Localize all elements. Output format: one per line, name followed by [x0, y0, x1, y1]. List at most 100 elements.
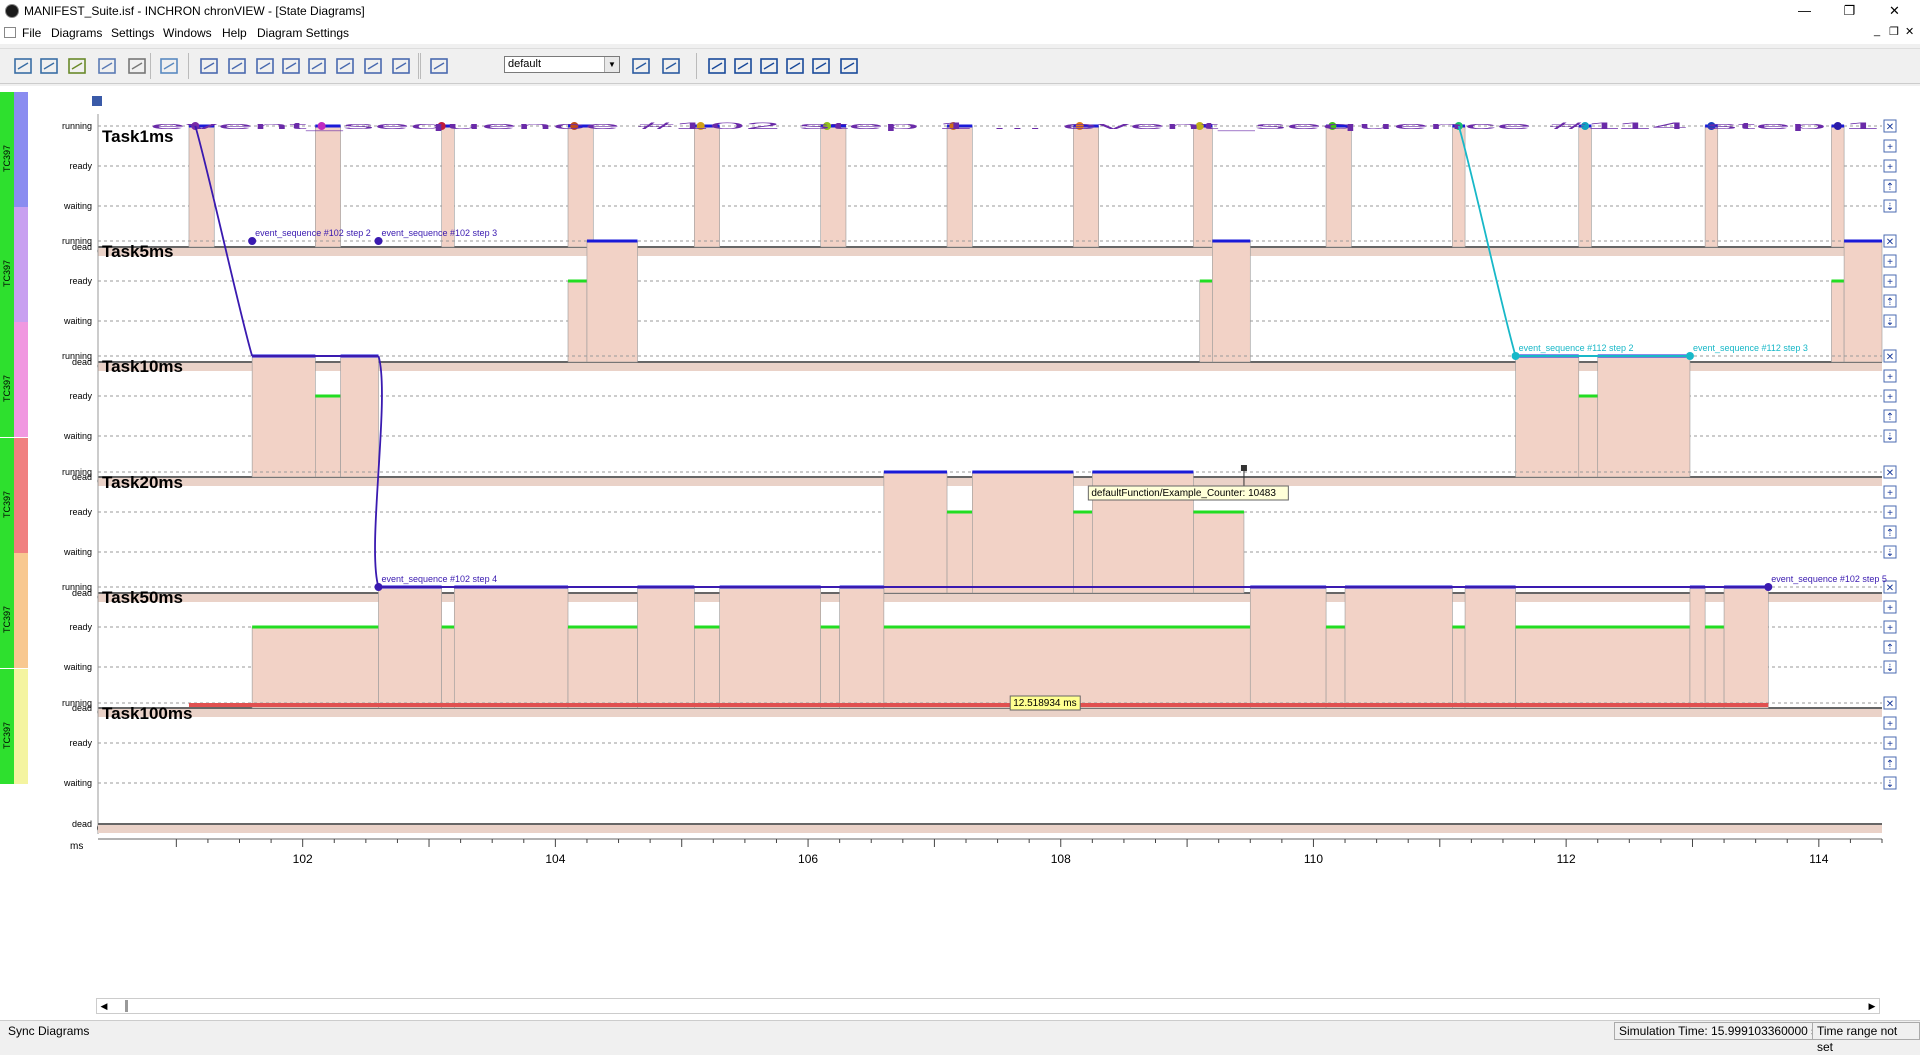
state-diagram-icon[interactable]	[198, 55, 220, 77]
event-label: event_sequence #102 step 4	[381, 574, 497, 584]
export-icon[interactable]	[66, 55, 88, 77]
state-segment	[1831, 125, 1845, 248]
lane-button-icon: ✕	[1886, 237, 1894, 248]
zoom-fit-icon[interactable]	[784, 55, 806, 77]
globe-icon[interactable]	[158, 55, 180, 77]
open-icon[interactable]	[12, 55, 34, 77]
state-segment	[1704, 626, 1725, 709]
settings-b-icon[interactable]	[660, 55, 682, 77]
split-icon[interactable]	[334, 55, 356, 77]
menu-diagrams[interactable]: Diagrams	[51, 26, 102, 40]
lane-button-icon: ✕	[1886, 699, 1894, 710]
lane-button-icon: ⇡	[1886, 182, 1894, 193]
stack-icon[interactable]	[254, 55, 276, 77]
horizontal-scrollbar[interactable]: ◀ ▶	[96, 998, 1880, 1014]
duration-bar	[188, 703, 1769, 707]
toolbar-separator	[696, 53, 697, 79]
state-segment	[1515, 626, 1691, 709]
diagram-options-icon[interactable]	[92, 96, 102, 106]
dead-band	[98, 594, 1882, 602]
task-name-task5ms: Task5ms	[102, 242, 174, 261]
state-label-ready: ready	[69, 276, 92, 286]
event-marker[interactable]	[374, 237, 383, 245]
state-label-running: running	[62, 698, 92, 708]
print-icon[interactable]	[126, 55, 148, 77]
bar-icon[interactable]	[280, 55, 302, 77]
chart-icon[interactable]	[428, 55, 450, 77]
preset-select[interactable]: default ▼	[504, 56, 620, 73]
core-label: TC397	[2, 260, 12, 287]
mdi-close-button[interactable]: ✕	[1905, 25, 1914, 38]
state-segment	[1689, 586, 1706, 709]
event-label: event_sequence #102 step 3	[381, 228, 497, 238]
settings-a-icon[interactable]	[630, 55, 652, 77]
line-icon[interactable]	[306, 55, 328, 77]
menu-file[interactable]: File	[22, 26, 41, 40]
state-label-waiting: waiting	[63, 778, 92, 788]
axis-tick-label: 114	[1809, 852, 1828, 866]
state-segment	[1723, 586, 1769, 709]
save-icon[interactable]	[38, 55, 60, 77]
lane-button-icon: +	[1887, 142, 1893, 153]
scroll-left-icon[interactable]: ◀	[97, 999, 111, 1013]
lane-button-icon: +	[1887, 719, 1893, 730]
menu-settings[interactable]: Settings	[111, 26, 154, 40]
state-segment	[1073, 125, 1099, 248]
state-segment	[1212, 240, 1251, 363]
document-icon[interactable]	[4, 27, 16, 38]
toolbar-separator	[420, 53, 421, 79]
marker-icon[interactable]	[362, 55, 384, 77]
state-segment	[694, 125, 720, 248]
state-label-running: running	[62, 351, 92, 361]
scroll-right-icon[interactable]: ▶	[1865, 999, 1879, 1013]
dead-band	[98, 825, 1882, 833]
mdi-minimize-button[interactable]: _	[1874, 25, 1880, 37]
lane-button-icon: ⇣	[1886, 779, 1894, 790]
zoom-out-icon[interactable]	[758, 55, 780, 77]
mdi-restore-button[interactable]: ❐	[1889, 25, 1899, 38]
chevron-down-icon[interactable]: ▼	[604, 57, 619, 72]
histogram-icon[interactable]	[390, 55, 412, 77]
state-label-running: running	[62, 582, 92, 592]
state-segment	[1199, 280, 1213, 363]
gantt-icon[interactable]	[226, 55, 248, 77]
menu-help[interactable]: Help	[222, 26, 247, 40]
state-segment	[972, 471, 1074, 594]
import-icon[interactable]	[96, 55, 118, 77]
lane-button-icon: +	[1887, 392, 1893, 403]
toolbar-separator	[188, 53, 189, 79]
lane-button-icon: +	[1887, 162, 1893, 173]
event-marker[interactable]	[248, 237, 257, 245]
zoom-reset-icon[interactable]	[732, 55, 754, 77]
core-label: TC397	[2, 491, 12, 518]
state-diagrams[interactable]: TC397runningreadywaitingdead0Task1ms✕++⇡…	[0, 86, 1920, 1020]
state-segment	[637, 586, 695, 709]
scroll-thumb[interactable]	[125, 1000, 128, 1012]
state-label-running: running	[62, 236, 92, 246]
state-segment	[340, 355, 379, 478]
toolbar	[0, 48, 1920, 84]
state-label-ready: ready	[69, 622, 92, 632]
lane-button-icon: +	[1887, 603, 1893, 614]
state-segment	[1464, 586, 1516, 709]
minimize-button[interactable]: —	[1782, 0, 1827, 22]
rows-icon[interactable]	[838, 55, 860, 77]
tooltip-pin-head[interactable]	[1240, 465, 1247, 471]
diagram-area: TC397runningreadywaitingdead0Task1ms✕++⇡…	[0, 86, 1920, 1020]
maximize-button[interactable]: ❐	[1827, 0, 1872, 22]
lane-button-icon: +	[1887, 372, 1893, 383]
close-button[interactable]: ✕	[1872, 0, 1917, 22]
task-name-task10ms: Task10ms	[102, 357, 183, 376]
state-segment	[1515, 355, 1580, 478]
zoom-in-icon[interactable]	[706, 55, 728, 77]
menu-windows[interactable]: Windows	[163, 26, 212, 40]
lane-button-icon: +	[1887, 257, 1893, 268]
state-segment	[1578, 125, 1592, 248]
core-label: TC397	[2, 145, 12, 172]
menu-diagram-settings[interactable]: Diagram Settings	[257, 26, 349, 40]
state-segment	[1193, 511, 1245, 594]
lane-button-icon: ✕	[1886, 468, 1894, 479]
zoom-minus-icon[interactable]	[810, 55, 832, 77]
state-segment	[567, 626, 638, 709]
state-segment	[586, 240, 638, 363]
